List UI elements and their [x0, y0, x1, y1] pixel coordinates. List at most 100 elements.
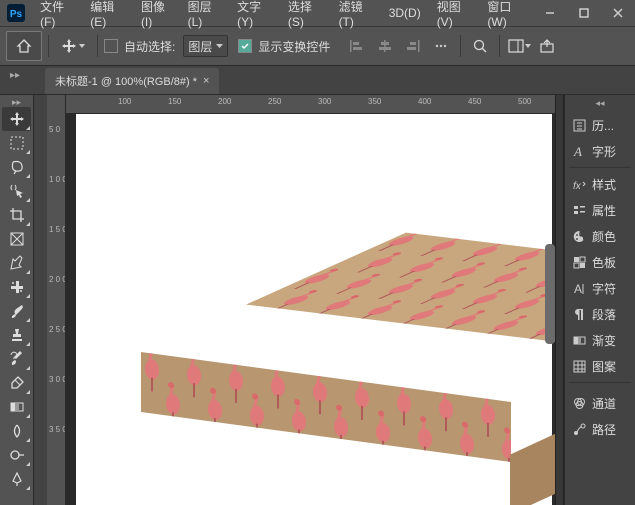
autoselect-checkbox[interactable] [104, 39, 118, 53]
show-transform-label: 显示变换控件 [258, 38, 330, 55]
svg-text:A: A [574, 282, 582, 296]
move-tool[interactable] [2, 107, 31, 131]
menu-item[interactable]: 滤镜(T) [331, 0, 381, 26]
menu-item[interactable]: 选择(S) [280, 0, 331, 26]
move-tool-icon[interactable] [55, 31, 91, 61]
properties-icon [571, 202, 587, 218]
panel-history[interactable]: 历... [565, 112, 635, 138]
channels-icon [571, 395, 587, 411]
panel-label: 色板 [592, 254, 616, 271]
work-area: ▸▸ 5 01 0 01 5 02 0 02 5 03 0 03 5 0 100… [0, 95, 635, 505]
history-icon [571, 117, 587, 133]
artboard[interactable] [76, 114, 552, 505]
blur-tool[interactable] [2, 419, 31, 443]
autoselect-target-select[interactable]: 图层 [183, 35, 228, 57]
close-tab-icon[interactable]: × [203, 75, 209, 87]
quickselect-tool[interactable] [2, 179, 31, 203]
eraser-tool[interactable] [2, 371, 31, 395]
panel-swatches[interactable]: 色板 [565, 249, 635, 275]
history-brush-tool[interactable] [2, 347, 31, 371]
glyphs-icon: A [571, 143, 587, 159]
grip-icon[interactable]: ▸▸ [10, 70, 20, 81]
align-more-icon[interactable] [428, 33, 454, 59]
panel-glyphs[interactable]: A 字形 [565, 138, 635, 164]
panel-label: 渐变 [592, 332, 616, 349]
align-left-icon[interactable] [344, 33, 370, 59]
marquee-tool[interactable] [2, 131, 31, 155]
right-panels: ◂◂ 历... A 字形 fx 样式属性颜色色板 A 字符段落渐变图案 通道路径 [564, 95, 635, 505]
panel-label: 样式 [592, 176, 616, 193]
dodge-tool[interactable] [2, 443, 31, 467]
divider [48, 35, 49, 57]
lasso-tool[interactable] [2, 155, 31, 179]
document-tab-title: 未标题-1 @ 100%(RGB/8#) * [55, 73, 197, 89]
menu-item[interactable]: 图层(L) [180, 0, 230, 26]
panel-color[interactable]: 颜色 [565, 223, 635, 249]
grip-icon[interactable]: ▸▸ [12, 99, 21, 105]
panel-strip[interactable] [555, 95, 564, 505]
crop-tool[interactable] [2, 203, 31, 227]
app-logo-icon: Ps [6, 2, 26, 24]
home-button[interactable] [6, 31, 42, 61]
panel-character[interactable]: A 字符 [565, 275, 635, 301]
panel-label: 路径 [592, 421, 616, 438]
menu-bar: Ps 文件(F)编辑(E)图像(I)图层(L)文字(Y)选择(S)滤镜(T)3D… [0, 0, 635, 27]
svg-text:fx: fx [573, 181, 582, 192]
panel-separator [569, 382, 631, 383]
menu-item[interactable]: 编辑(E) [82, 0, 133, 26]
horizontal-ruler: 100150200250300350400450500 [66, 95, 555, 114]
canvas-viewport[interactable] [66, 114, 555, 505]
pen-tool[interactable] [2, 467, 31, 491]
panel-label: 通道 [592, 395, 616, 412]
menu-item[interactable]: 窗口(W) [479, 0, 533, 26]
paths-icon [571, 421, 587, 437]
close-button[interactable] [601, 0, 635, 26]
menu-item[interactable]: 3D(D) [381, 0, 429, 26]
grip-icon[interactable]: ◂◂ [565, 98, 635, 109]
character-icon: A [571, 280, 587, 296]
window-controls [533, 0, 635, 26]
workspace-icon[interactable] [506, 33, 532, 59]
toolbox: ▸▸ [0, 95, 34, 505]
stamp-tool[interactable] [2, 323, 31, 347]
minimize-button[interactable] [533, 0, 567, 26]
panel-separator [569, 167, 631, 168]
panel-label: 字形 [592, 143, 616, 160]
autoselect-label: 自动选择: [124, 38, 175, 55]
document-tab[interactable]: 未标题-1 @ 100%(RGB/8#) * × [45, 68, 219, 94]
menu-item[interactable]: 文件(F) [32, 0, 82, 26]
patterns-icon [571, 358, 587, 374]
brush-tool[interactable] [2, 299, 31, 323]
panel-patterns[interactable]: 图案 [565, 353, 635, 379]
vertical-scrollbar[interactable] [545, 244, 555, 344]
panel-styles[interactable]: fx 样式 [565, 171, 635, 197]
swatches-icon [571, 254, 587, 270]
align-right-icon[interactable] [400, 33, 426, 59]
panel-paragraph[interactable]: 段落 [565, 301, 635, 327]
divider [97, 35, 98, 57]
maximize-button[interactable] [567, 0, 601, 26]
menu-item[interactable]: 图像(I) [133, 0, 180, 26]
styles-icon: fx [571, 176, 587, 192]
eyedropper-tool[interactable] [2, 251, 31, 275]
panel-channels[interactable]: 通道 [565, 390, 635, 416]
align-center-h-icon[interactable] [372, 33, 398, 59]
frame-tool[interactable] [2, 227, 31, 251]
gradient-tool[interactable] [2, 395, 31, 419]
menu-item[interactable]: 文字(Y) [229, 0, 280, 26]
panel-properties[interactable]: 属性 [565, 197, 635, 223]
panel-label: 字符 [592, 280, 616, 297]
share-icon[interactable] [534, 33, 560, 59]
gradient-icon [571, 332, 587, 348]
quick-search-icon[interactable] [467, 33, 493, 59]
panel-paths[interactable]: 路径 [565, 416, 635, 442]
options-bar: 自动选择: 图层 显示变换控件 [0, 27, 635, 66]
panel-gradient[interactable]: 渐变 [565, 327, 635, 353]
canvas-zone: 5 01 0 01 5 02 0 02 5 03 0 03 5 0 100150… [34, 95, 555, 505]
menu-item[interactable]: 视图(V) [429, 0, 480, 26]
healing-tool[interactable] [2, 275, 31, 299]
divider [460, 35, 461, 57]
divider [499, 35, 500, 57]
panel-label: 属性 [592, 202, 616, 219]
show-transform-checkbox[interactable] [238, 39, 252, 53]
